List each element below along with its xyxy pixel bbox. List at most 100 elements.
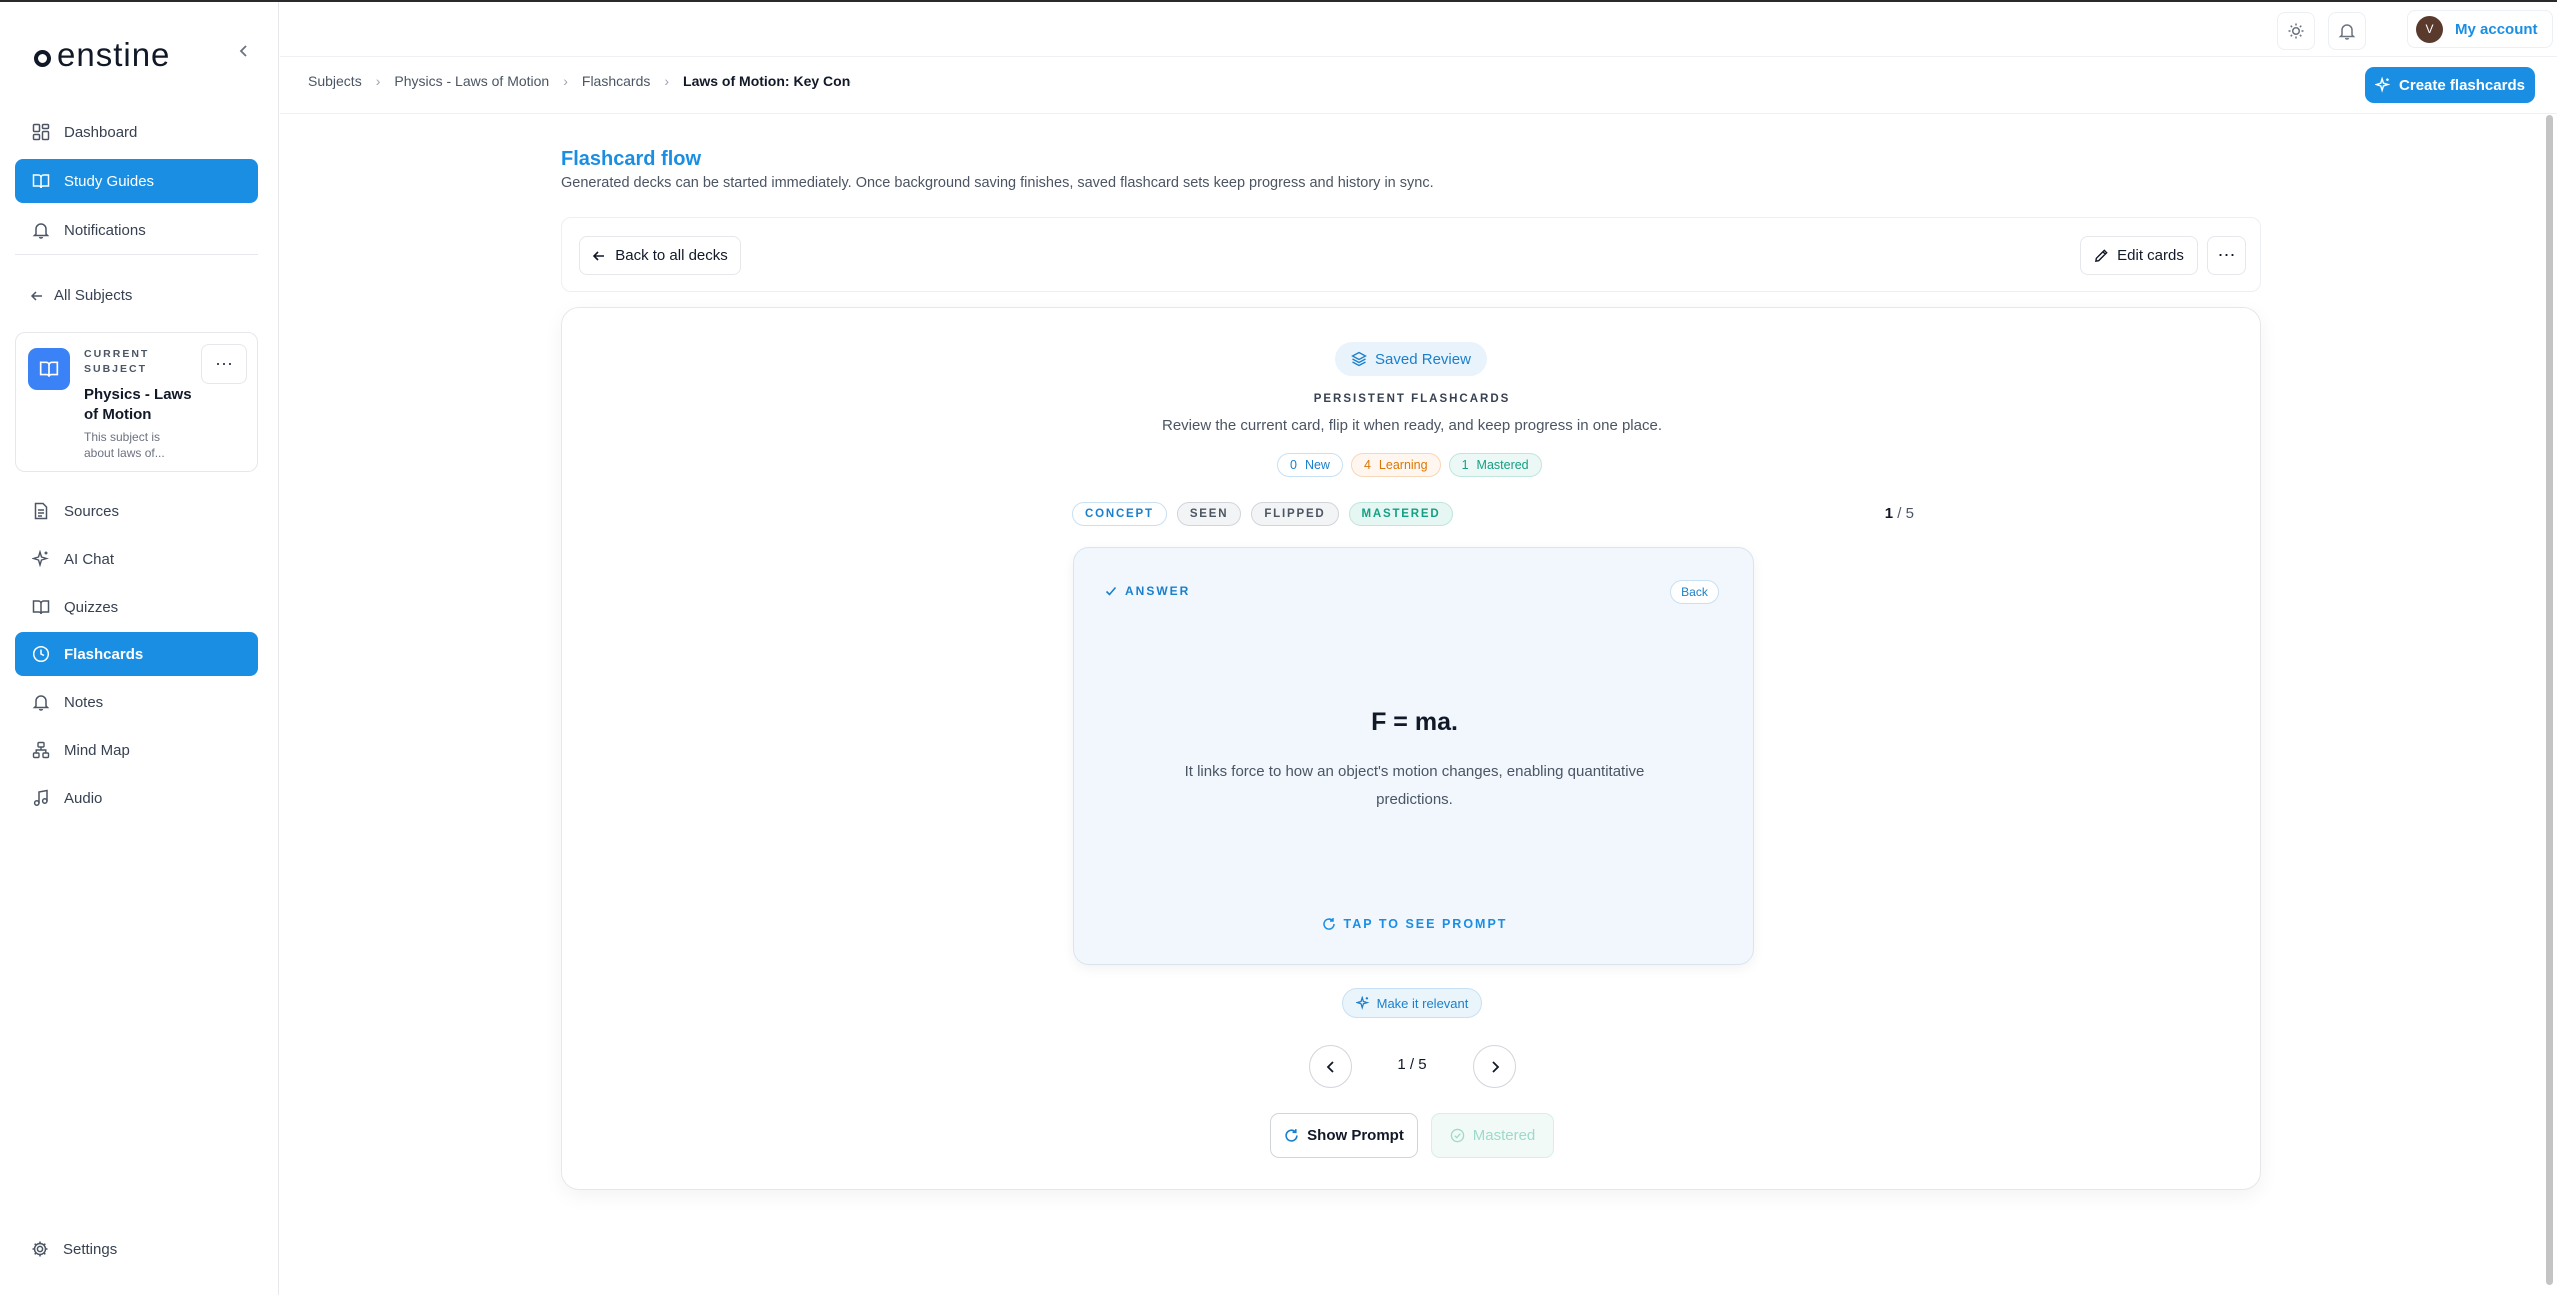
rotate-icon	[1284, 1128, 1299, 1143]
flashcard-panel: Saved Review PERSISTENT FLASHCARDS Revie…	[561, 307, 2261, 1190]
sidebar: enstine Dashboard Study Guides Notificat…	[0, 2, 279, 1295]
account-button[interactable]: V My account	[2407, 10, 2553, 48]
review-heading: PERSISTENT FLASHCARDS	[1313, 393, 1511, 405]
layers-icon	[1351, 351, 1367, 367]
tap-hint-text: TAP TO SEE PROMPT	[1343, 917, 1508, 931]
sidebar-item-label: Audio	[64, 789, 103, 807]
count-learning-value: 4	[1363, 458, 1371, 472]
sidebar-item-label: Notifications	[64, 221, 146, 239]
gear-icon	[31, 1240, 49, 1258]
create-flashcards-button[interactable]: Create flashcards	[2365, 67, 2535, 103]
sidebar-item-notes[interactable]: Notes	[15, 680, 258, 724]
sidebar-item-audio[interactable]: Audio	[15, 776, 258, 820]
sidebar-item-study-guides[interactable]: Study Guides	[15, 159, 258, 203]
sidebar-item-label: Flashcards	[64, 645, 144, 663]
breadcrumb-flashcards[interactable]: Flashcards	[582, 73, 650, 89]
count-new-badge: 0 New	[1277, 453, 1343, 477]
sparkles-icon	[2375, 77, 2391, 93]
breadcrumb-current: Laws of Motion: Key Conce	[683, 73, 852, 89]
breadcrumb-subject[interactable]: Physics - Laws of Motion	[394, 73, 549, 89]
sidebar-item-settings[interactable]: Settings	[31, 1240, 117, 1258]
card-status-tags: CONCEPT SEEN FLIPPED MASTERED	[1072, 502, 1454, 526]
header-divider	[280, 113, 2557, 114]
review-subtitle: Review the current card, flip it when re…	[1162, 417, 1662, 434]
sidebar-item-sources[interactable]: Sources	[15, 489, 258, 533]
saved-review-badge: Saved Review	[1335, 342, 1487, 376]
count-new-label: New	[1304, 458, 1330, 472]
page-scrollbar[interactable]	[2546, 115, 2553, 1285]
tag-mastered: MASTERED	[1348, 502, 1454, 526]
make-relevant-button[interactable]: Make it relevant	[1342, 988, 1482, 1018]
dashboard-icon	[31, 123, 50, 142]
back-to-decks-button[interactable]: Back to all decks	[579, 236, 741, 275]
collapse-sidebar-icon[interactable]	[238, 44, 250, 58]
chevron-right-icon: ›	[664, 73, 670, 89]
chevron-right-icon	[1489, 1060, 1501, 1074]
deck-more-button[interactable]: ⋯	[2207, 236, 2246, 275]
more-horizontal-icon: ⋯	[2217, 245, 2236, 265]
arrow-left-icon	[30, 289, 44, 303]
sidebar-item-label: AI Chat	[64, 550, 115, 568]
sun-icon	[2287, 22, 2305, 40]
count-learning-badge: 4 Learning	[1350, 453, 1441, 477]
bell-icon	[31, 221, 50, 240]
breadcrumb-subjects[interactable]: Subjects	[308, 73, 362, 89]
logo-text: enstine	[57, 36, 171, 73]
sparkles-icon	[31, 550, 50, 569]
book-icon	[31, 598, 50, 617]
sidebar-item-ai-chat[interactable]: AI Chat	[15, 537, 258, 581]
tap-to-see-prompt[interactable]: TAP TO SEE PROMPT	[1074, 917, 1755, 931]
show-prompt-button[interactable]: Show Prompt	[1270, 1113, 1418, 1158]
sidebar-divider	[15, 254, 258, 255]
card-counter: 1 / 5	[1722, 505, 1914, 522]
sidebar-item-mind-map[interactable]: Mind Map	[15, 728, 258, 772]
mastered-button[interactable]: Mastered	[1431, 1113, 1554, 1158]
card-side-label: ANSWER	[1105, 584, 1190, 598]
saved-review-label: Saved Review	[1375, 350, 1471, 368]
count-new-value: 0	[1290, 458, 1297, 472]
avatar: V	[2416, 15, 2443, 43]
count-learning-label: Learning	[1378, 458, 1428, 472]
count-mastered-value: 1	[1461, 458, 1469, 472]
sidebar-item-notifications[interactable]: Notifications	[15, 208, 258, 252]
more-horizontal-icon: ⋯	[215, 353, 233, 374]
all-subjects-link[interactable]: All Subjects	[30, 287, 132, 304]
next-card-button[interactable]	[1473, 1045, 1516, 1088]
book-open-icon	[31, 172, 50, 191]
mastered-label: Mastered	[1472, 1127, 1536, 1144]
create-flashcards-label: Create flashcards	[2399, 76, 2525, 94]
chevron-right-icon: ›	[375, 73, 381, 89]
file-icon	[31, 502, 50, 521]
edit-cards-button[interactable]: Edit cards	[2080, 236, 2198, 275]
music-icon	[31, 789, 50, 808]
bell-icon	[2338, 22, 2356, 40]
mind-map-icon	[31, 741, 50, 760]
chevron-right-icon: ›	[563, 73, 568, 89]
notifications-button[interactable]	[2328, 12, 2366, 50]
count-mastered-badge: 1 Mastered	[1448, 453, 1542, 477]
flashcard[interactable]: ANSWER Back F = ma. It links force to ho…	[1073, 547, 1754, 965]
card-counter-total: / 5	[1893, 505, 1914, 522]
sidebar-item-label: Dashboard	[64, 123, 138, 141]
current-subject-card[interactable]: CURRENT SUBJECT Physics - Laws of Motion…	[15, 332, 258, 472]
top-bar	[280, 2, 2557, 57]
current-subject-name: Physics - Laws of Motion	[84, 386, 192, 423]
arrow-left-icon	[592, 249, 606, 263]
current-subject-label: CURRENT SUBJECT	[84, 348, 150, 375]
account-label: My account	[2455, 20, 2538, 38]
chevron-left-icon	[1325, 1060, 1337, 1074]
pencil-icon	[2094, 248, 2109, 263]
sidebar-item-label: Study Guides	[64, 172, 155, 190]
sidebar-item-dashboard[interactable]: Dashboard	[15, 110, 258, 154]
make-relevant-label: Make it relevant	[1376, 995, 1469, 1011]
subject-book-icon	[28, 348, 70, 390]
theme-toggle-button[interactable]	[2277, 12, 2315, 50]
sidebar-item-flashcards[interactable]: Flashcards	[15, 632, 258, 676]
app-logo[interactable]: enstine	[34, 36, 170, 74]
previous-card-button[interactable]	[1309, 1045, 1352, 1088]
page-title: Flashcard flow	[561, 148, 702, 170]
subject-more-button[interactable]: ⋯	[201, 344, 247, 384]
deck-toolbar: Back to all decks Edit cards ⋯	[561, 217, 2261, 292]
edit-cards-label: Edit cards	[2117, 247, 2184, 264]
sidebar-item-quizzes[interactable]: Quizzes	[15, 585, 258, 629]
